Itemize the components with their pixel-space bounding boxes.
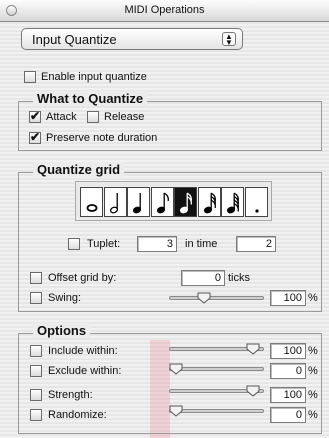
thirty-second-note-icon-glyph — [203, 192, 217, 214]
include-within-field[interactable]: 100 — [270, 343, 306, 359]
exclude-within-slider[interactable] — [169, 367, 264, 371]
dot-icon[interactable] — [245, 187, 268, 217]
thirty-second-note-icon[interactable] — [198, 187, 221, 217]
in-time-label: in time — [185, 238, 218, 250]
offset-ticks-field[interactable]: 0 — [181, 270, 225, 286]
options-title: Options — [33, 323, 91, 338]
preserve-duration-checkbox[interactable]: ✔ — [29, 131, 41, 144]
randomize-unit: % — [308, 409, 318, 421]
preserve-duration-label: Preserve note duration — [46, 132, 158, 144]
include-within-checkbox[interactable] — [30, 345, 42, 357]
randomize-field[interactable]: 0 — [270, 407, 306, 423]
exclude-within-checkbox[interactable] — [30, 365, 42, 377]
include-within-unit: % — [308, 345, 318, 357]
eighth-note-icon[interactable] — [151, 187, 174, 217]
tuplet-label: Tuplet: — [87, 238, 121, 250]
swing-unit: % — [308, 292, 318, 304]
sixty-fourth-note-icon[interactable] — [221, 187, 244, 217]
half-note-icon[interactable] — [104, 187, 127, 217]
sixteenth-note-icon-glyph — [179, 192, 193, 214]
tuplet-checkbox[interactable] — [68, 238, 80, 250]
window-title: MIDI Operations — [124, 4, 205, 16]
offset-grid-label: Offset grid by: — [48, 272, 117, 284]
include-within-label: Include within: — [48, 345, 118, 357]
sixteenth-note-icon[interactable] — [174, 187, 197, 217]
whole-note-icon[interactable] — [80, 187, 103, 217]
exclude-within-unit: % — [308, 365, 318, 377]
randomize-checkbox[interactable] — [30, 409, 42, 421]
exclude-within-label: Exclude within: — [48, 365, 122, 377]
swing-field[interactable]: 100 — [270, 290, 306, 306]
attack-label: Attack — [46, 111, 77, 123]
sixty-fourth-note-icon-glyph — [226, 192, 240, 214]
randomize-label: Randomize: — [48, 409, 107, 421]
half-note-icon-glyph — [109, 193, 119, 214]
strength-label: Strength: — [48, 389, 93, 401]
strength-slider-thumb[interactable] — [246, 385, 260, 397]
enable-quantize-label: Enable input quantize — [41, 71, 147, 83]
mode-popup-value: Input Quantize — [32, 32, 117, 47]
offset-unit: ticks — [228, 272, 250, 284]
include-within-slider-thumb[interactable] — [246, 343, 260, 355]
eighth-note-icon-glyph — [156, 192, 170, 214]
exclude-within-field[interactable]: 0 — [270, 363, 306, 379]
strength-checkbox[interactable] — [30, 389, 42, 401]
release-checkbox[interactable] — [87, 111, 99, 123]
offset-grid-checkbox[interactable] — [30, 272, 42, 284]
mode-popup[interactable]: Input Quantize ▲ ▼ — [21, 28, 243, 50]
quarter-note-icon-glyph — [132, 193, 142, 214]
chevron-up-down-icon: ▲ ▼ — [222, 32, 236, 47]
strength-unit: % — [308, 389, 318, 401]
swing-slider[interactable] — [169, 296, 264, 300]
release-label: Release — [104, 111, 145, 123]
swing-slider-thumb[interactable] — [197, 292, 211, 304]
what-to-quantize-title: What to Quantize — [33, 91, 148, 106]
in-time-field[interactable]: 2 — [236, 236, 276, 252]
randomize-slider[interactable] — [169, 409, 264, 413]
exclude-within-slider-thumb[interactable] — [169, 363, 183, 375]
enable-quantize-checkbox[interactable] — [24, 71, 36, 83]
attack-checkbox[interactable]: ✔ — [29, 110, 41, 123]
quantize-grid-title: Quantize grid — [33, 162, 125, 177]
tuplet-count-field[interactable]: 3 — [137, 236, 177, 252]
randomize-slider-thumb[interactable] — [169, 405, 183, 417]
whole-note-icon-glyph — [86, 204, 98, 212]
quarter-note-icon[interactable] — [127, 187, 150, 217]
dot-icon-glyph — [255, 209, 259, 213]
swing-checkbox[interactable] — [30, 292, 42, 304]
strength-field[interactable]: 100 — [270, 387, 306, 403]
swing-label: Swing: — [48, 292, 82, 304]
